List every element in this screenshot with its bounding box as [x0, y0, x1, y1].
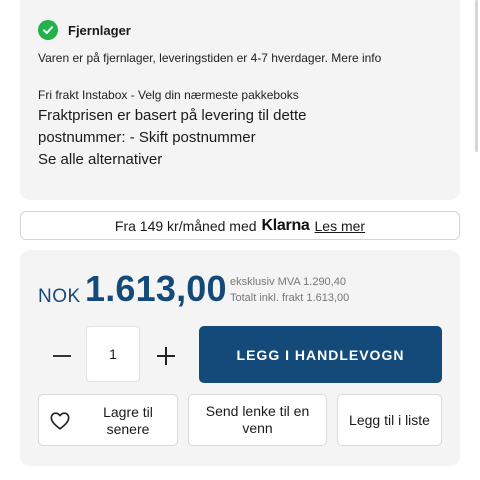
price-amount: 1.613,00: [85, 268, 227, 309]
quantity-increase-button[interactable]: [154, 344, 178, 368]
klarna-logo: Klarna: [261, 216, 310, 234]
change-postal-link[interactable]: Skift postnummer: [139, 129, 256, 146]
more-info-link[interactable]: Mere info: [331, 51, 381, 65]
klarna-price-text: Fra 149 kr/måned med: [114, 217, 257, 234]
price-excl-vat: eksklusiv MVA 1.290,40: [230, 276, 346, 288]
heart-icon: [49, 410, 71, 432]
free-shipping-text: Fri frakt Instabox - Velg din nærmeste p…: [38, 88, 299, 102]
stock-status-title: Fjernlager: [68, 22, 131, 38]
stock-header: Fjernlager: [38, 20, 131, 40]
send-link-button[interactable]: Send lenke til en venn: [188, 394, 327, 446]
freight-info: Fraktprisen er basert på levering til de…: [38, 105, 338, 149]
klarna-banner: Fra 149 kr/måned med Klarna Les mer: [20, 211, 460, 240]
add-to-cart-button[interactable]: LEGG I HANDLEVOGN: [199, 326, 442, 383]
add-to-list-label: Legg til i liste: [349, 411, 430, 428]
scrollbar[interactable]: [475, 0, 478, 152]
save-for-later-label: Lagre til senere: [103, 404, 153, 437]
purchase-card: NOK 1.613,00 eksklusiv MVA 1.290,40 Tota…: [20, 250, 460, 466]
check-circle-icon: [38, 20, 58, 40]
minus-icon: [53, 355, 71, 357]
price-currency: NOK: [38, 286, 81, 307]
stock-description-text: Varen er på fjernlager, leveringstiden e…: [38, 51, 328, 65]
add-to-list-button[interactable]: Legg til i liste: [337, 394, 442, 446]
quantity-decrease-button[interactable]: [50, 344, 74, 368]
send-link-label: Send lenke til en venn: [205, 403, 310, 436]
klarna-read-more-link[interactable]: Les mer: [315, 218, 366, 234]
quantity-input[interactable]: [86, 326, 140, 382]
save-for-later-button[interactable]: Lagre til senere: [38, 394, 178, 446]
stock-info-card: Fjernlager Varen er på fjernlager, lever…: [20, 0, 460, 200]
price-total-incl-freight: Totalt inkl. frakt 1.613,00: [230, 292, 350, 304]
stock-description: Varen er på fjernlager, leveringstiden e…: [38, 51, 381, 65]
see-alternatives-link[interactable]: Se alle alternativer: [38, 151, 162, 168]
